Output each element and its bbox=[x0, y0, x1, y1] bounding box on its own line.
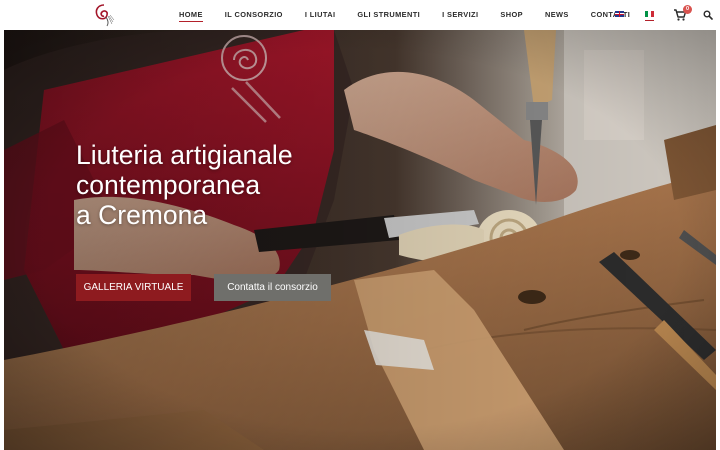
nav-il-consorzio[interactable]: IL CONSORZIO bbox=[214, 0, 294, 30]
hero-title-line-2: contemporanea bbox=[76, 170, 261, 200]
search-icon[interactable] bbox=[703, 10, 713, 20]
virtual-gallery-button[interactable]: GALLERIA VIRTUALE bbox=[76, 274, 191, 301]
hero-banner: Liuteria artigianale contemporanea a Cre… bbox=[4, 30, 716, 450]
nav-home[interactable]: HOME bbox=[168, 0, 214, 30]
violin-scroll-logo-icon[interactable] bbox=[92, 2, 116, 28]
active-language-indicator bbox=[645, 20, 654, 21]
nav-shop[interactable]: SHOP bbox=[489, 0, 534, 30]
hero-overlay bbox=[4, 30, 716, 450]
main-navigation: HOME IL CONSORZIO I LIUTAI GLI STRUMENTI… bbox=[168, 0, 641, 30]
nav-contatti[interactable]: CONTATTI bbox=[580, 0, 641, 30]
site-header: HOME IL CONSORZIO I LIUTAI GLI STRUMENTI… bbox=[0, 0, 720, 30]
hero-title-line-1: Liuteria artigianale bbox=[76, 140, 293, 170]
nav-i-liutai[interactable]: I LIUTAI bbox=[294, 0, 347, 30]
nav-i-servizi[interactable]: I SERVIZI bbox=[431, 0, 489, 30]
hero-title-line-3: a Cremona bbox=[76, 200, 208, 230]
nav-news[interactable]: NEWS bbox=[534, 0, 580, 30]
hero-title: Liuteria artigianale contemporanea a Cre… bbox=[76, 140, 396, 230]
contact-consortium-button[interactable]: Contatta il consorzio bbox=[214, 274, 331, 301]
cart-count-badge: 0 bbox=[683, 5, 692, 14]
uk-flag-icon[interactable] bbox=[615, 11, 624, 17]
italy-flag-icon[interactable] bbox=[645, 11, 654, 17]
nav-gli-strumenti[interactable]: GLI STRUMENTI bbox=[346, 0, 431, 30]
